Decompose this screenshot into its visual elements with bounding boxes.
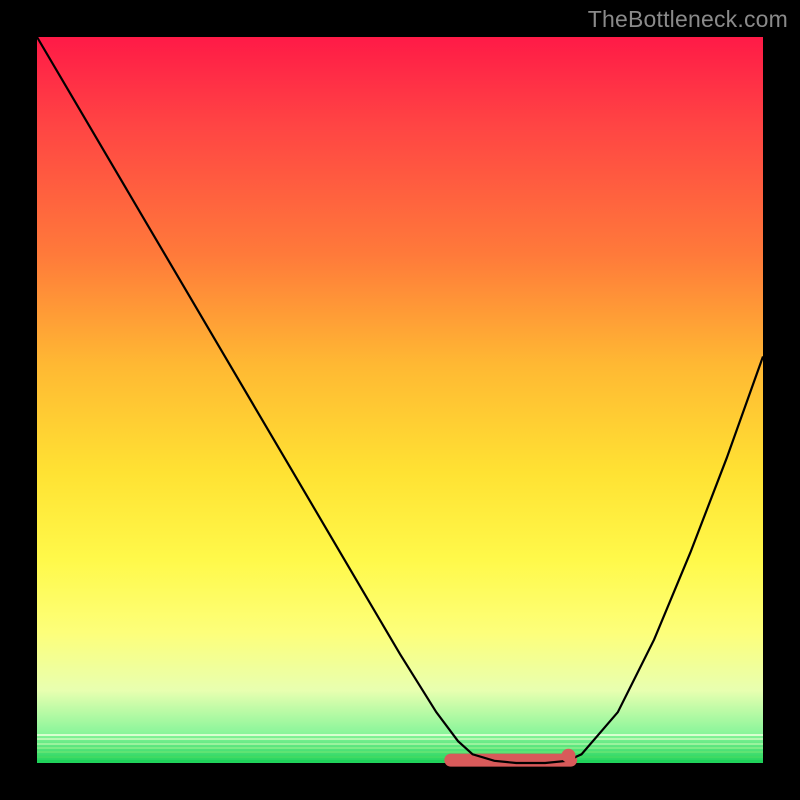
curve-layer: [37, 37, 763, 763]
bottleneck-curve: [37, 37, 763, 763]
plot-area: [37, 37, 763, 763]
curve-marker-dot: [561, 749, 575, 763]
watermark-text: TheBottleneck.com: [588, 6, 788, 33]
chart-frame: TheBottleneck.com: [0, 0, 800, 800]
